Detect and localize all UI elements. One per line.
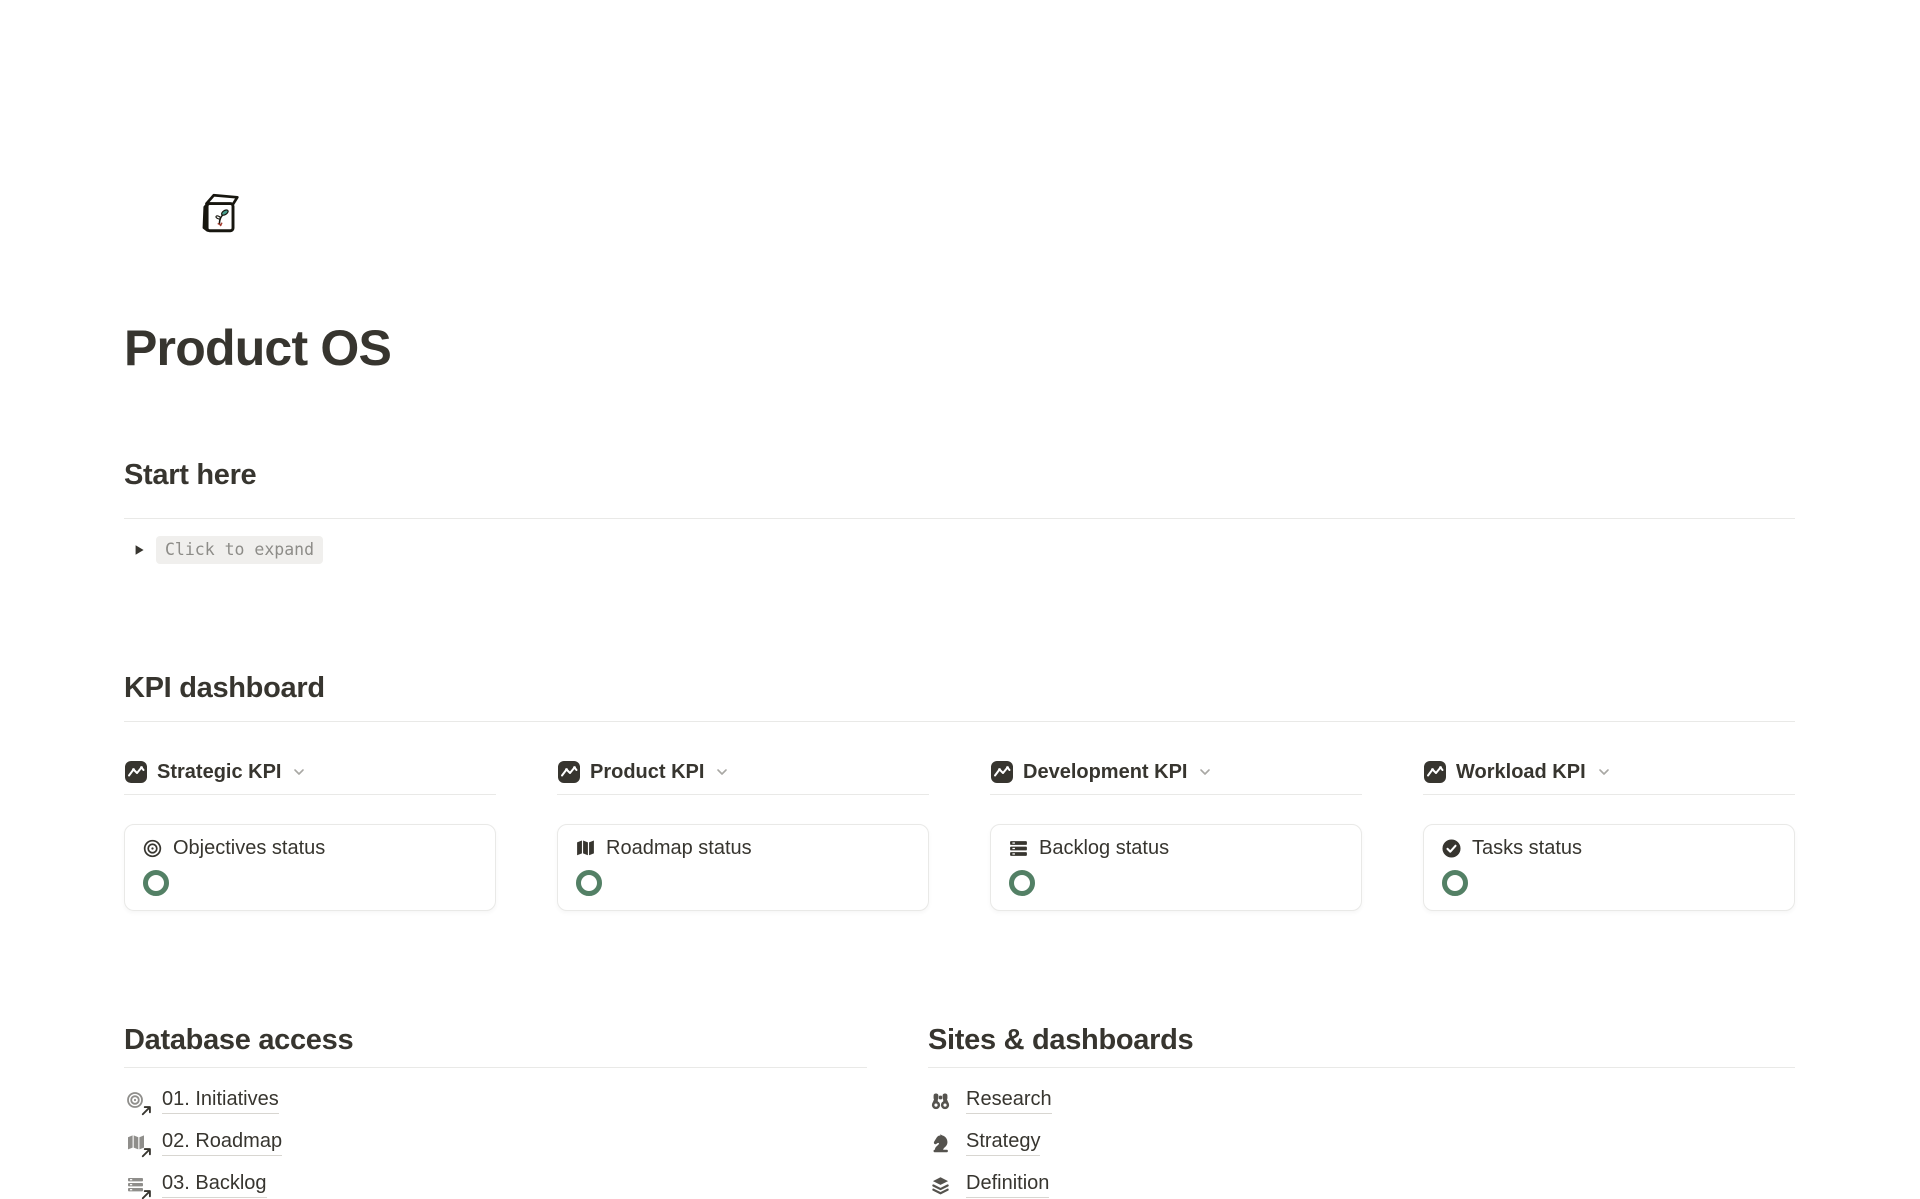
divider	[124, 1067, 867, 1068]
chevron-down-icon[interactable]	[1198, 765, 1212, 779]
link-label[interactable]: 02. Roadmap	[162, 1130, 282, 1156]
link-label[interactable]: Strategy	[966, 1130, 1040, 1156]
status-ring-icon	[1442, 870, 1468, 896]
database-access-links: 01. Initiatives 02. Roadmap	[124, 1080, 867, 1199]
map-icon	[575, 838, 596, 859]
kpi-dashboard-heading: KPI dashboard	[124, 669, 1795, 707]
chevron-down-icon[interactable]	[715, 765, 729, 779]
linked-db-title[interactable]: Development KPI	[1023, 761, 1187, 784]
chevron-down-icon[interactable]	[1597, 765, 1611, 779]
database-access-heading: Database access	[124, 1021, 867, 1059]
linked-db-header[interactable]: Workload KPI	[1423, 758, 1795, 786]
link-backlog[interactable]: 03. Backlog	[124, 1164, 867, 1199]
divider	[928, 1067, 1795, 1068]
linked-db-header[interactable]: Development KPI	[990, 758, 1362, 786]
check-circle-icon	[1441, 838, 1462, 859]
link-label[interactable]: 03. Backlog	[162, 1172, 267, 1198]
sites-dashboards-section: Sites & dashboards Research Strategy	[928, 1021, 1795, 1199]
sites-dashboards-links: Research Strategy Definition	[928, 1080, 1795, 1199]
link-roadmap[interactable]: 02. Roadmap	[124, 1122, 867, 1164]
database-access-section: Database access 01. Initiatives	[124, 1021, 867, 1199]
layers-icon	[928, 1173, 952, 1197]
kpi-column-workload: Workload KPI Tasks status	[1423, 758, 1795, 911]
binoculars-icon	[928, 1089, 952, 1113]
kpi-card-title: Objectives status	[173, 837, 325, 860]
line-chart-icon	[124, 760, 148, 784]
divider	[124, 518, 1795, 519]
kpi-card-tasks[interactable]: Tasks status	[1423, 824, 1795, 911]
kpi-card-backlog[interactable]: Backlog status	[990, 824, 1362, 911]
rows-link-icon	[124, 1173, 148, 1197]
divider	[1423, 794, 1795, 795]
link-strategy[interactable]: Strategy	[928, 1122, 1795, 1164]
target-link-icon	[124, 1089, 148, 1113]
click-to-expand-toggle[interactable]: Click to expand	[124, 535, 1795, 565]
ne-arrow-icon	[141, 1189, 152, 1199]
kpi-columns: Strategic KPI Objectives status	[124, 758, 1795, 911]
divider	[990, 794, 1362, 795]
line-chart-icon	[557, 760, 581, 784]
page-icon-cube-sprout[interactable]	[196, 190, 242, 236]
kpi-column-product: Product KPI Roadmap status	[557, 758, 929, 911]
bottom-columns: Database access 01. Initiatives	[124, 1021, 1795, 1199]
kpi-column-development: Development KPI Backlog status	[990, 758, 1362, 911]
rows-icon	[1008, 838, 1029, 859]
divider	[124, 721, 1795, 722]
divider	[124, 794, 496, 795]
kpi-card-title: Tasks status	[1472, 837, 1582, 860]
link-research[interactable]: Research	[928, 1080, 1795, 1122]
kpi-column-strategic: Strategic KPI Objectives status	[124, 758, 496, 911]
status-ring-icon	[576, 870, 602, 896]
kpi-card-objectives[interactable]: Objectives status	[124, 824, 496, 911]
status-ring-icon	[1009, 870, 1035, 896]
toggle-triangle-icon[interactable]	[132, 543, 146, 557]
linked-db-header[interactable]: Strategic KPI	[124, 758, 496, 786]
link-label[interactable]: Research	[966, 1088, 1052, 1114]
map-link-icon	[124, 1131, 148, 1155]
knight-icon	[928, 1131, 952, 1155]
chevron-down-icon[interactable]	[292, 765, 306, 779]
linked-db-header[interactable]: Product KPI	[557, 758, 929, 786]
status-ring-icon	[143, 870, 169, 896]
line-chart-icon	[990, 760, 1014, 784]
line-chart-icon	[1423, 760, 1447, 784]
sites-dashboards-heading: Sites & dashboards	[928, 1021, 1795, 1059]
notion-page: Product OS Start here Click to expand KP…	[124, 190, 1795, 1199]
linked-db-title[interactable]: Product KPI	[590, 761, 704, 784]
link-definition[interactable]: Definition	[928, 1164, 1795, 1199]
divider	[557, 794, 929, 795]
link-initiatives[interactable]: 01. Initiatives	[124, 1080, 867, 1122]
page-title: Product OS	[124, 318, 1795, 378]
ne-arrow-icon	[141, 1147, 152, 1158]
ne-arrow-icon	[141, 1105, 152, 1116]
target-icon	[142, 838, 163, 859]
link-label[interactable]: Definition	[966, 1172, 1049, 1198]
kpi-card-title: Roadmap status	[606, 837, 752, 860]
kpi-card-roadmap[interactable]: Roadmap status	[557, 824, 929, 911]
toggle-code-label[interactable]: Click to expand	[156, 536, 323, 564]
linked-db-title[interactable]: Workload KPI	[1456, 761, 1586, 784]
kpi-card-title: Backlog status	[1039, 837, 1169, 860]
linked-db-title[interactable]: Strategic KPI	[157, 761, 281, 784]
link-label[interactable]: 01. Initiatives	[162, 1088, 279, 1114]
start-here-heading: Start here	[124, 456, 1795, 494]
